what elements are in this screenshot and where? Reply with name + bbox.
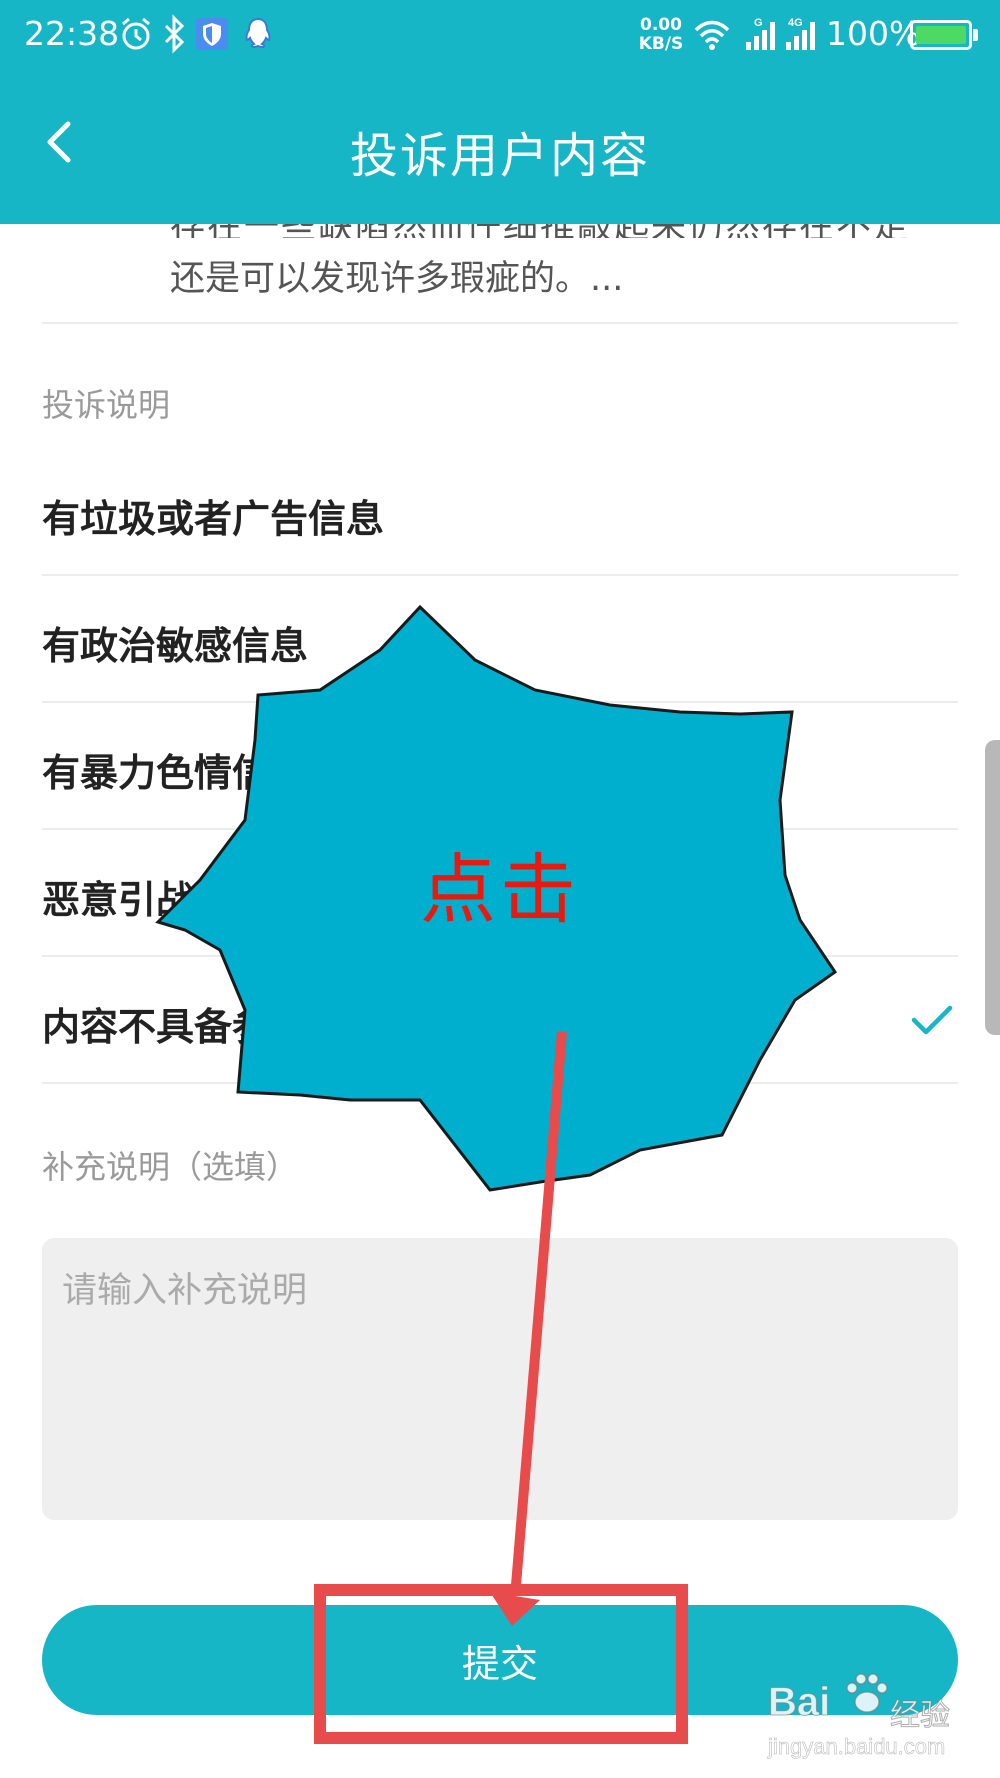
divider — [42, 828, 958, 830]
option-label: 内容不具备参考价值 — [42, 1005, 385, 1049]
qq-icon — [245, 17, 271, 49]
complaint-option-violence[interactable]: 有暴力色情信息 — [42, 704, 958, 830]
divider — [42, 955, 958, 957]
previous-content-text: 还是可以发现许多瑕疵的。... — [170, 259, 624, 299]
battery-fill — [916, 26, 966, 44]
complaint-option-spam[interactable]: 有垃圾或者广告信息 — [42, 450, 958, 576]
option-label: 有政治敏感信息 — [42, 624, 309, 668]
previous-content-partial-text: 存在一些缺陷然而仔细推敲起来仍然存在不足 — [170, 224, 950, 238]
supplement-label: 补充说明（选填） — [42, 1148, 299, 1186]
wifi-icon — [694, 20, 730, 50]
complaint-option-no-value[interactable]: 内容不具备参考价值 — [42, 958, 958, 1084]
scroll-handle[interactable] — [985, 740, 1000, 1035]
watermark-url: jingyan.baidu.com — [768, 1734, 946, 1760]
previous-content-partial-line: 存在一些缺陷然而仔细推敲起来仍然存在不足 — [170, 224, 950, 238]
alarm-icon — [122, 17, 150, 50]
page-title: 投诉用户内容 — [349, 128, 650, 184]
complaint-option-political[interactable]: 有政治敏感信息 — [42, 577, 958, 703]
option-label: 有暴力色情信息 — [42, 751, 309, 795]
option-label: 有垃圾或者广告信息 — [42, 497, 385, 541]
app-header: 22:38 0.00 KB/S G 4G 100% 投诉用户内容 — [0, 0, 1000, 224]
network-speed-value: 0.00 — [640, 15, 682, 35]
submit-button[interactable]: 提交 — [42, 1605, 958, 1715]
divider — [42, 1082, 958, 1084]
bluetooth-icon — [164, 14, 185, 54]
divider — [42, 701, 958, 703]
network-speed-unit: KB/S — [638, 34, 684, 54]
complaint-option-flamebait[interactable]: 恶意引战 — [42, 831, 958, 957]
complaint-section-label: 投诉说明 — [42, 386, 171, 424]
divider — [42, 574, 958, 576]
security-shield-icon — [196, 18, 228, 50]
signal-label-g: G — [754, 17, 763, 29]
signal-label-4g: 4G — [788, 17, 803, 29]
supplement-input[interactable] — [42, 1238, 958, 1520]
battery-percent: 100% — [826, 14, 921, 53]
status-time: 22:38 — [24, 14, 120, 53]
signal-icon-sim1: G — [746, 17, 775, 50]
battery-icon — [910, 20, 972, 50]
battery-cap — [973, 29, 978, 41]
option-label: 恶意引战 — [42, 878, 195, 922]
check-icon — [911, 1005, 953, 1035]
divider — [42, 322, 958, 324]
status-bar: 22:38 0.00 KB/S G 4G 100% — [0, 0, 1000, 72]
signal-icon-sim2: 4G — [786, 17, 815, 50]
network-speed: 0.00 KB/S — [636, 16, 686, 54]
